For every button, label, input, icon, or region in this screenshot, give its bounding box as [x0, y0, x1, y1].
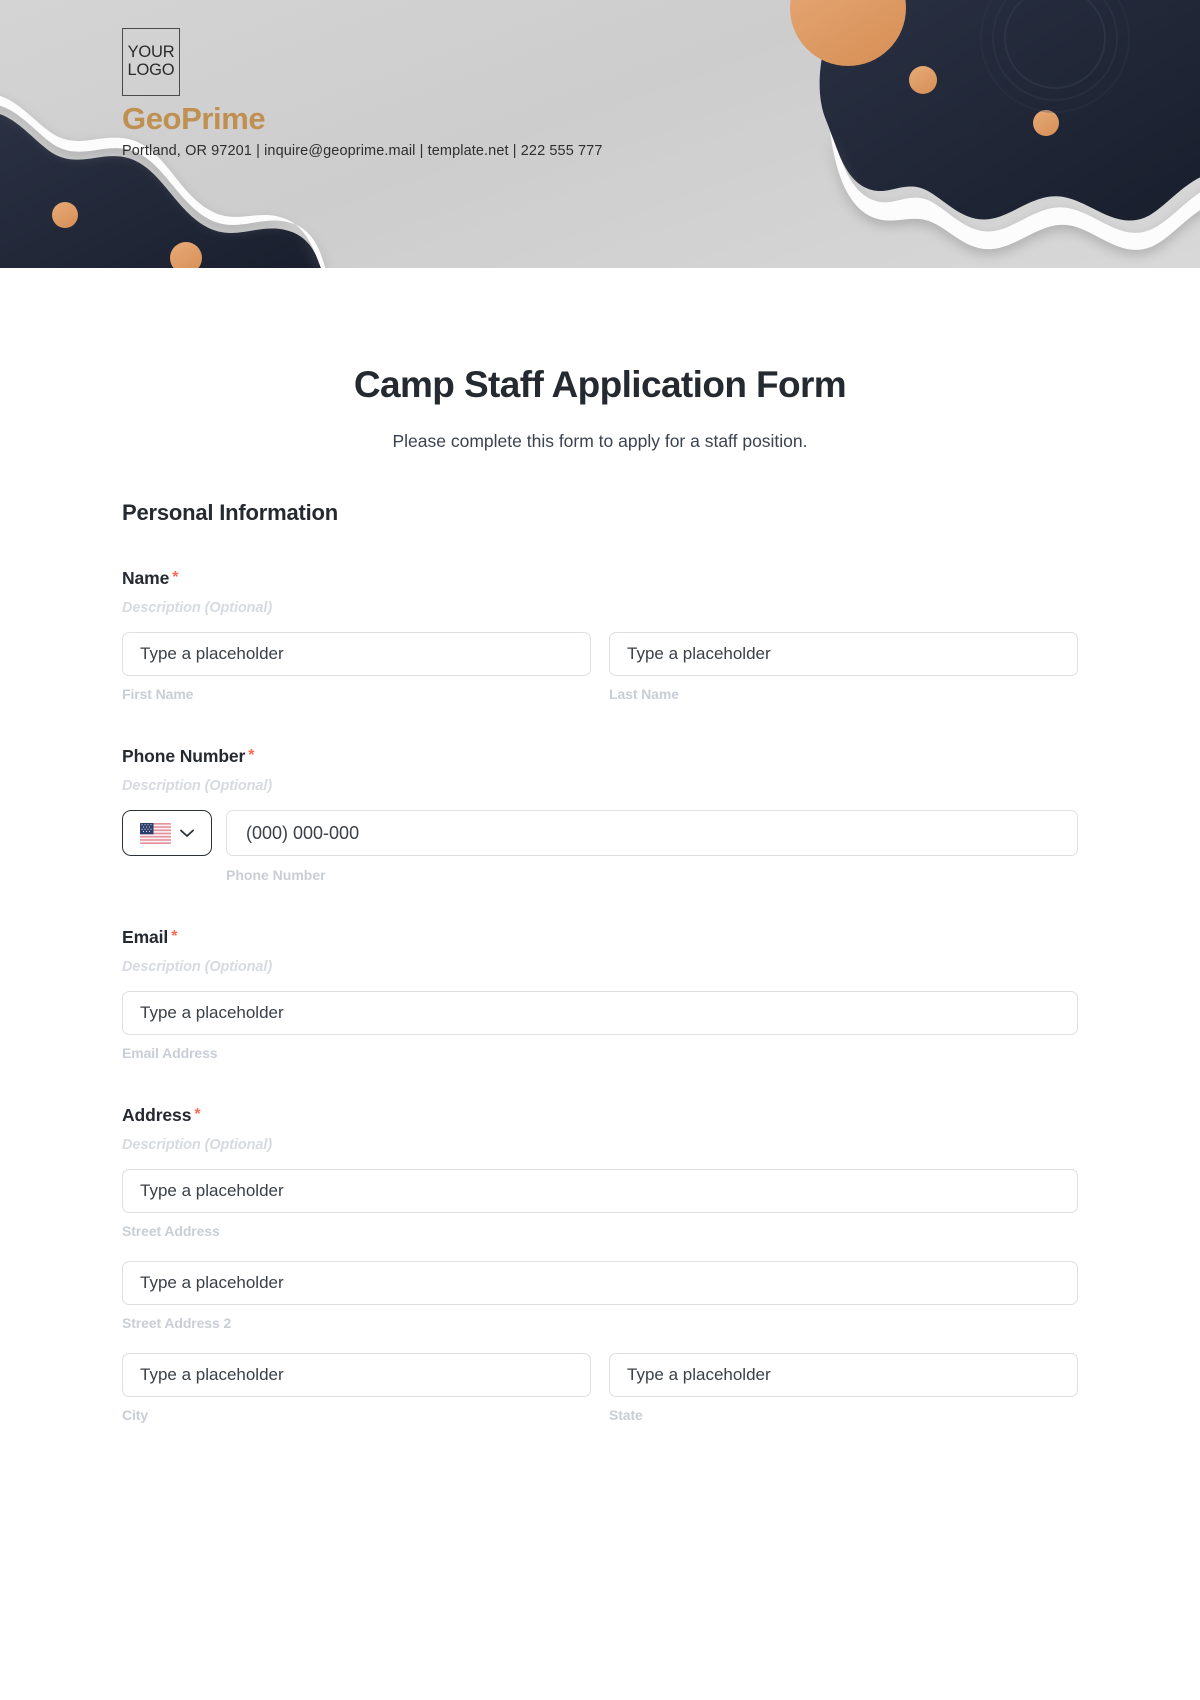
sub-label-state: State — [609, 1407, 643, 1423]
form-body: Camp Staff Application Form Please compl… — [0, 364, 1200, 1423]
required-asterisk: * — [172, 569, 179, 586]
chevron-down-icon — [180, 829, 194, 837]
page-title: Camp Staff Application Form — [353, 364, 847, 405]
field-name: Name* Description (Optional) First Name … — [122, 568, 1078, 702]
required-asterisk: * — [194, 1106, 201, 1123]
section-title-personal-information: Personal Information — [122, 500, 339, 525]
sub-label-city: City — [122, 1407, 149, 1423]
input-cell-street-address-2: Street Address 2 — [122, 1261, 1078, 1331]
sub-label-first-name: First Name — [122, 686, 194, 702]
logo-line-2: LOGO — [127, 61, 175, 79]
input-cell-first-name: First Name — [122, 632, 591, 702]
sub-label-phone-number: Phone Number — [226, 867, 326, 883]
field-description-address: Description (Optional) — [122, 1137, 273, 1153]
logo-line-1: YOUR — [127, 43, 175, 62]
field-label-email: Email * — [122, 927, 1078, 948]
street-address-input[interactable] — [122, 1169, 1078, 1213]
state-input[interactable] — [609, 1353, 1078, 1397]
sub-label-email-address: Email Address — [122, 1045, 218, 1061]
last-name-input[interactable] — [609, 632, 1078, 676]
page-subtitle: Please complete this form to apply for a… — [392, 431, 808, 451]
brand-contact-line: Portland, OR 97201 | inquire@geoprime.ma… — [122, 143, 603, 159]
header-branding: YOUR LOGO GeoPrime Portland, OR 97201 | … — [122, 28, 602, 159]
input-cell-street-address: Street Address — [122, 1169, 1078, 1239]
page-header-banner: YOUR LOGO GeoPrime Portland, OR 97201 | … — [0, 0, 1200, 268]
phone-number-input[interactable] — [226, 810, 1078, 856]
input-cell-city: City — [122, 1353, 591, 1423]
sub-label-street-address: Street Address — [122, 1223, 220, 1239]
country-code-select[interactable] — [122, 810, 212, 856]
first-name-input[interactable] — [122, 632, 591, 676]
field-email: Email* Description (Optional) Email Addr… — [122, 927, 1078, 1061]
field-label-name-text: Name — [122, 568, 170, 588]
input-cell-phone-number — [226, 810, 1078, 856]
input-cell-last-name: Last Name — [609, 632, 1078, 702]
brand-name: GeoPrime — [122, 101, 266, 136]
field-description-name: Description (Optional) — [122, 600, 273, 616]
field-description-email: Description (Optional) — [122, 959, 273, 975]
email-input[interactable] — [122, 991, 1078, 1035]
field-label-name: Name * — [122, 568, 1078, 589]
field-label-phone-number-text: Phone Number — [122, 746, 246, 766]
field-label-address-text: Address — [122, 1105, 192, 1125]
us-flag-icon — [140, 822, 171, 844]
field-label-email-text: Email — [122, 927, 169, 947]
field-description-phone-number: Description (Optional) — [122, 778, 273, 794]
sub-label-last-name: Last Name — [609, 686, 679, 702]
city-input[interactable] — [122, 1353, 591, 1397]
field-address: Address* Description (Optional) Street A… — [122, 1105, 1078, 1423]
sub-label-street-address-2: Street Address 2 — [122, 1315, 232, 1331]
field-label-phone-number: Phone Number * — [122, 746, 1078, 767]
logo-placeholder: YOUR LOGO — [122, 28, 180, 96]
input-cell-state: State — [609, 1353, 1078, 1423]
input-cell-email: Email Address — [122, 991, 1078, 1061]
field-phone-number: Phone Number * Description (Optional) (0… — [122, 746, 1078, 883]
field-label-address: Address * — [122, 1105, 1078, 1126]
required-asterisk: * — [171, 928, 178, 945]
required-asterisk: * — [248, 747, 255, 764]
street-address-2-input[interactable] — [122, 1261, 1078, 1305]
